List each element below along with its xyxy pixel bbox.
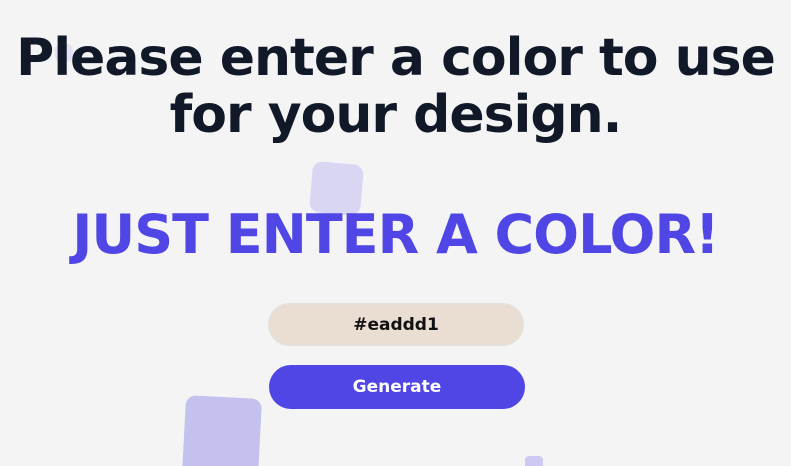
- decorative-square: [525, 456, 543, 466]
- tagline: JUST ENTER A COLOR!: [72, 203, 719, 266]
- decorative-square: [181, 395, 263, 466]
- color-input[interactable]: [268, 303, 524, 346]
- page-title: Please enter a color to use for your des…: [16, 28, 776, 145]
- page-canvas: Please enter a color to use for your des…: [0, 0, 791, 466]
- generate-button[interactable]: Generate: [269, 365, 525, 409]
